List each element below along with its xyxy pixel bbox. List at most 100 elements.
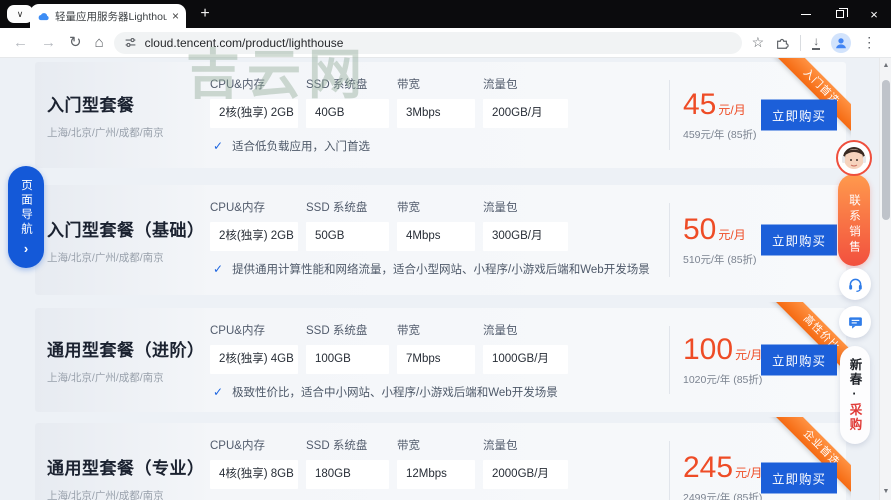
scrollbar-thumb[interactable] <box>882 80 890 220</box>
divider <box>669 326 670 394</box>
spec-label: SSD 系统盘 <box>306 440 368 452</box>
new-tab-button[interactable]: + <box>194 3 216 25</box>
back-icon[interactable]: ← <box>13 35 28 50</box>
spec-value: 3Mbps <box>397 99 475 128</box>
price-unit: 元/月 <box>735 465 763 480</box>
buy-now-button[interactable]: 立即购买 <box>761 99 837 131</box>
spec-label: 带宽 <box>397 325 420 337</box>
price-block: 45 元/月 459元/年 (85折) <box>683 89 757 142</box>
divider <box>669 80 670 150</box>
spec-value: 50GB <box>306 222 389 251</box>
price-amount: 50 <box>683 212 717 246</box>
toolbar-right: ☆ ↓ ⋮ <box>752 32 876 53</box>
close-icon: × <box>870 6 878 22</box>
spec-label: 流量包 <box>483 202 518 214</box>
divider <box>669 441 670 500</box>
plan-title: 通用型套餐（进阶） <box>47 340 205 360</box>
price-yearly: 1020元/年 (85折) <box>683 373 763 386</box>
site-settings-icon <box>125 38 136 47</box>
page-nav-tab[interactable]: 页面导航 › <box>8 166 44 268</box>
plan-card-entry: 入门首选 入门型套餐 上海/北京/广州/成都/南京 CPU&内存 2核(独享) 2… <box>35 58 851 168</box>
spec-value: 2核(独享) 4GB <box>210 345 298 374</box>
price-block: 100 元/月 1020元/年 (85折) <box>683 334 762 387</box>
spec-value: 2核(独享) 2GB <box>210 222 298 251</box>
toolbar-divider <box>800 34 802 51</box>
extensions-icon[interactable] <box>775 36 789 50</box>
price-amount: 45 <box>683 87 717 121</box>
contact-sales-button[interactable]: 联系销售 <box>838 174 870 266</box>
home-icon[interactable]: ⌂ <box>95 35 104 50</box>
scroll-up-icon[interactable]: ▲ <box>880 60 891 72</box>
buy-now-button[interactable]: 立即购买 <box>761 462 837 494</box>
scroll-down-icon[interactable]: ▼ <box>880 486 891 498</box>
plan-regions: 上海/北京/广州/成都/南京 <box>47 126 164 139</box>
plan-regions: 上海/北京/广州/成都/南京 <box>47 251 164 264</box>
spec-label: CPU&内存 <box>210 202 265 214</box>
spec-label: CPU&内存 <box>210 440 265 452</box>
price-yearly: 2499元/年 (85折) <box>683 491 763 500</box>
spring-promo-button[interactable]: 新春· 采购 <box>840 346 870 444</box>
reload-icon[interactable]: ↻ <box>69 35 82 50</box>
spec-label: SSD 系统盘 <box>306 325 368 337</box>
close-window-button[interactable]: × <box>857 0 891 28</box>
spec-value: 1000GB/月 <box>483 345 568 374</box>
chevron-right-icon: › <box>23 240 29 256</box>
download-icon[interactable]: ↓ <box>812 34 821 51</box>
page-scrollbar[interactable]: ▲ ▼ <box>879 58 891 500</box>
plan-feature: ✓ 提供通用计算性能和网络流量，适合小型网站、小程序/小游戏后端和Web开发场景 <box>213 262 650 276</box>
phone-support-button[interactable] <box>839 268 871 300</box>
plan-feature: ✓ 适合低负载应用，入门首选 <box>213 139 371 153</box>
check-icon: ✓ <box>213 139 224 153</box>
spec-label: 带宽 <box>397 440 420 452</box>
url-text: cloud.tencent.com/product/lighthouse <box>144 35 344 50</box>
profile-avatar[interactable] <box>831 32 852 53</box>
spec-value: 2000GB/月 <box>483 460 568 489</box>
plan-regions: 上海/北京/广州/成都/南京 <box>47 489 164 500</box>
browser-titlebar: ∨ 轻量应用服务器Lighthouse 腾 × + × <box>0 0 891 28</box>
minimize-button[interactable] <box>789 0 823 28</box>
price-unit: 元/月 <box>718 227 746 242</box>
promo-label-bottom: 采购 <box>847 403 862 432</box>
spec-value: 4Mbps <box>397 222 475 251</box>
plan-feature: ✓ 极致性价比，适合中小网站、小程序/小游戏后端和Web开发场景 <box>213 385 558 399</box>
price-block: 245 元/月 2499元/年 (85折) <box>683 452 762 500</box>
bookmark-star-icon[interactable]: ☆ <box>752 34 765 51</box>
customer-service-avatar[interactable] <box>836 140 872 176</box>
spec-label: 流量包 <box>483 79 518 91</box>
contact-sales-label: 联系销售 <box>848 194 860 256</box>
spec-label: CPU&内存 <box>210 79 265 91</box>
tab-title: 轻量应用服务器Lighthouse 腾 <box>55 10 167 23</box>
buy-now-button[interactable]: 立即购买 <box>761 344 837 376</box>
price-unit: 元/月 <box>735 347 763 362</box>
cloud-favicon-icon <box>38 12 49 20</box>
price-yearly: 510元/年 (85折) <box>683 253 757 266</box>
menu-dots-icon[interactable]: ⋮ <box>862 34 876 51</box>
page-content: 入门首选 入门型套餐 上海/北京/广州/成都/南京 CPU&内存 2核(独享) 2… <box>0 58 891 500</box>
forward-icon[interactable]: → <box>41 35 56 50</box>
spec-value: 7Mbps <box>397 345 475 374</box>
spec-value: 4核(独享) 8GB <box>210 460 298 489</box>
restore-icon <box>836 8 848 18</box>
check-icon: ✓ <box>213 385 224 399</box>
spec-label: SSD 系统盘 <box>306 79 368 91</box>
price-yearly: 459元/年 (85折) <box>683 128 757 141</box>
price-amount: 100 <box>683 332 734 366</box>
buy-now-button[interactable]: 立即购买 <box>761 224 837 256</box>
spec-label: CPU&内存 <box>210 325 265 337</box>
chevron-down-icon: ∨ <box>16 8 24 19</box>
chat-support-button[interactable] <box>839 306 871 338</box>
address-bar[interactable]: cloud.tencent.com/product/lighthouse <box>113 31 742 54</box>
headset-icon <box>848 278 862 292</box>
restore-button[interactable] <box>823 0 857 28</box>
spec-value: 2核(独享) 2GB <box>210 99 298 128</box>
price-block: 50 元/月 510元/年 (85折) <box>683 214 757 267</box>
plan-title: 通用型套餐（专业） <box>47 458 205 478</box>
spec-label: 流量包 <box>483 325 518 337</box>
browser-tab[interactable]: 轻量应用服务器Lighthouse 腾 × <box>30 4 186 28</box>
plan-title: 入门型套餐（基础） <box>47 220 205 240</box>
minimize-icon <box>801 13 811 15</box>
tab-close-icon[interactable]: × <box>172 10 179 22</box>
page-nav-label: 页面导航 <box>20 178 32 237</box>
window-controls: × <box>789 0 891 28</box>
price-unit: 元/月 <box>718 102 746 117</box>
